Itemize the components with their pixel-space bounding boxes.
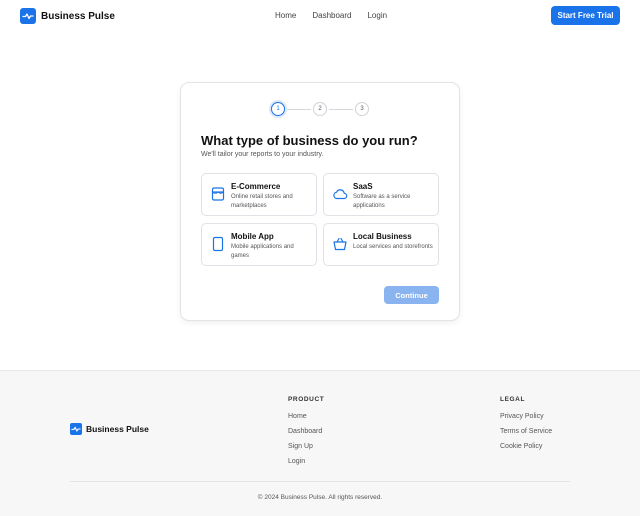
main-nav: Home Dashboard Login: [275, 11, 387, 20]
footer-product-heading: PRODUCT: [288, 396, 325, 403]
option-title: SaaS: [353, 182, 373, 191]
option-mobile-app[interactable]: Mobile App Mobile applications and games: [201, 223, 317, 266]
footer-product-column: PRODUCT Home Dashboard Sign Up Login: [288, 396, 324, 473]
footer-brand-name: Business Pulse: [86, 424, 149, 434]
footer-link-home[interactable]: Home: [288, 413, 324, 428]
store-icon: [210, 186, 226, 202]
footer-divider: [70, 481, 570, 482]
option-description: Online retail stores and marketplaces: [231, 194, 293, 209]
option-description: Software as a service applications: [353, 194, 411, 209]
step-3: 3: [355, 102, 369, 116]
step-connector: [287, 108, 311, 110]
footer-link-dashboard[interactable]: Dashboard: [288, 428, 324, 443]
option-ecommerce[interactable]: E-Commerce Online retail stores and mark…: [201, 173, 317, 216]
footer-link-privacy-policy[interactable]: Privacy Policy: [500, 413, 552, 428]
option-title: E-Commerce: [231, 182, 281, 191]
copyright-text: © 2024 Business Pulse. All rights reserv…: [257, 494, 383, 501]
smartphone-icon: [210, 236, 226, 252]
footer-link-terms-of-service[interactable]: Terms of Service: [500, 428, 552, 443]
brand-logo[interactable]: Business Pulse: [20, 8, 115, 24]
step-2: 2: [313, 102, 327, 116]
continue-button[interactable]: Continue: [384, 286, 439, 304]
option-title: Mobile App: [231, 232, 274, 241]
option-description: Mobile applications and games: [231, 244, 294, 259]
nav-login-link[interactable]: Login: [367, 11, 387, 20]
option-title: Local Business: [353, 232, 412, 241]
cloud-icon: [332, 186, 348, 202]
pulse-icon: [20, 8, 36, 24]
step-indicator: 1 2 3: [271, 102, 369, 116]
site-footer: Business Pulse PRODUCT Home Dashboard Si…: [0, 370, 640, 516]
nav-dashboard-link[interactable]: Dashboard: [312, 11, 351, 20]
option-description: Local services and storefronts: [353, 244, 433, 250]
step-1: 1: [271, 102, 285, 116]
question-subtitle: We'll tailor your reports to your indust…: [201, 151, 324, 158]
step-connector: [329, 108, 353, 110]
top-header: Business Pulse Home Dashboard Login Star…: [0, 0, 640, 32]
pulse-icon: [70, 423, 82, 435]
option-saas[interactable]: SaaS Software as a service applications: [323, 173, 439, 216]
footer-link-login[interactable]: Login: [288, 458, 324, 473]
footer-brand-logo[interactable]: Business Pulse: [70, 423, 149, 435]
footer-link-cookie-policy[interactable]: Cookie Policy: [500, 443, 552, 458]
footer-link-sign-up[interactable]: Sign Up: [288, 443, 324, 458]
option-local-business[interactable]: Local Business Local services and storef…: [323, 223, 439, 266]
nav-home-link[interactable]: Home: [275, 11, 296, 20]
start-free-trial-button[interactable]: Start Free Trial: [551, 6, 620, 25]
brand-name: Business Pulse: [41, 10, 115, 22]
question-title: What type of business do you run?: [201, 133, 418, 148]
footer-legal-column: LEGAL Privacy Policy Terms of Service Co…: [500, 396, 552, 458]
footer-legal-heading: LEGAL: [500, 396, 526, 403]
onboarding-card: 1 2 3 What type of business do you run? …: [180, 82, 460, 321]
basket-icon: [332, 236, 348, 252]
